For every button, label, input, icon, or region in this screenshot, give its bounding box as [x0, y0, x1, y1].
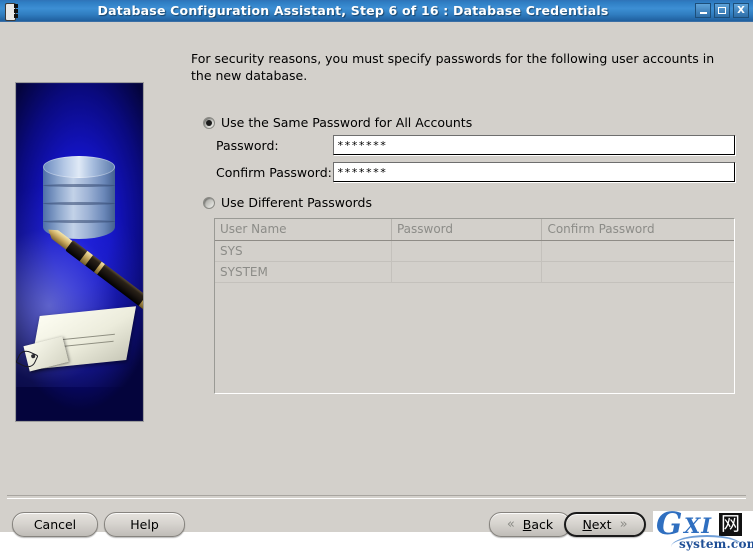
- cell-user-name: SYS: [215, 240, 392, 262]
- close-button[interactable]: X: [733, 3, 749, 18]
- watermark-domain: system.com: [679, 537, 753, 551]
- sidebar-banner-image: [15, 82, 144, 422]
- radio-use-different-passwords-label: Use Different Passwords: [221, 195, 372, 210]
- radio-button-unselected-icon: [203, 196, 215, 209]
- cell-user-name: SYSTEM: [215, 261, 392, 283]
- watermark: G XI 网 system.com: [653, 511, 753, 554]
- cell-confirm-password[interactable]: [541, 240, 734, 262]
- window-title: Database Configuration Assistant, Step 6…: [97, 3, 609, 18]
- minimize-button[interactable]: [695, 3, 711, 18]
- cell-password[interactable]: [391, 240, 543, 262]
- help-button[interactable]: Help: [104, 512, 185, 537]
- next-button[interactable]: Next »: [564, 512, 646, 537]
- password-label: Password:: [216, 138, 279, 153]
- maximize-button[interactable]: [714, 3, 730, 18]
- credentials-table-panel: User Name Password Confirm Password SYS …: [214, 218, 735, 394]
- table-row[interactable]: SYS: [215, 240, 734, 262]
- cell-confirm-password[interactable]: [541, 261, 734, 283]
- instruction-text: For security reasons, you must specify p…: [191, 51, 715, 83]
- table-row[interactable]: SYSTEM: [215, 261, 734, 283]
- maximize-icon: [718, 7, 726, 14]
- back-button-label: Back: [522, 517, 554, 532]
- application-window: Database Configuration Assistant, Step 6…: [0, 0, 753, 554]
- window-content: For security reasons, you must specify p…: [0, 22, 753, 554]
- confirm-password-label: Confirm Password:: [216, 165, 332, 180]
- column-header-user-name[interactable]: User Name: [215, 219, 392, 241]
- title-bar: Database Configuration Assistant, Step 6…: [0, 0, 753, 22]
- chevron-right-icon: »: [619, 517, 628, 532]
- credentials-table: User Name Password Confirm Password SYS …: [215, 219, 734, 283]
- next-button-label: Next: [582, 517, 612, 532]
- confirm-password-input[interactable]: *******: [333, 162, 735, 182]
- column-header-password[interactable]: Password: [391, 219, 543, 241]
- radio-button-selected-icon: [203, 116, 215, 129]
- radio-use-same-password[interactable]: Use the Same Password for All Accounts: [203, 115, 472, 130]
- watermark-g: G: [656, 511, 683, 542]
- watermark-cjk-glyph: 网: [719, 513, 742, 536]
- table-header-row: User Name Password Confirm Password: [215, 219, 734, 241]
- password-input[interactable]: *******: [333, 135, 735, 155]
- radio-use-same-password-label: Use the Same Password for All Accounts: [221, 115, 473, 130]
- minimize-icon: [699, 12, 707, 14]
- database-disk-icon: [3, 2, 21, 21]
- back-button[interactable]: « Back: [489, 512, 571, 537]
- cell-password[interactable]: [391, 261, 543, 283]
- footer-separator: [7, 495, 746, 499]
- window-controls: X: [695, 3, 749, 18]
- chevron-left-icon: «: [506, 517, 515, 532]
- radio-use-different-passwords[interactable]: Use Different Passwords: [203, 195, 372, 210]
- column-header-confirm-password[interactable]: Confirm Password: [541, 219, 734, 241]
- cancel-button[interactable]: Cancel: [12, 512, 98, 537]
